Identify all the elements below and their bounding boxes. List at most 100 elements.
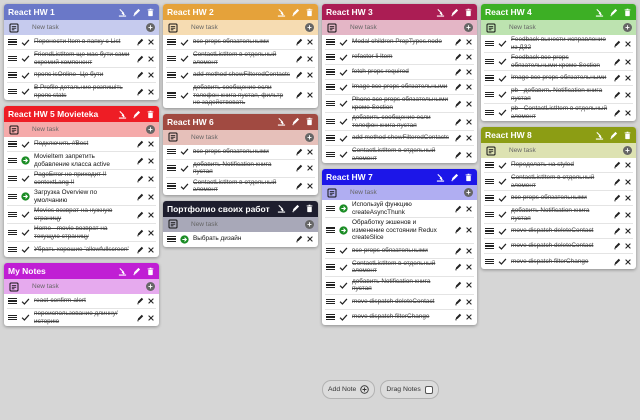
edit-task-icon[interactable]: [134, 175, 145, 183]
delete-task-icon[interactable]: [622, 227, 633, 235]
check-icon[interactable]: [19, 297, 32, 306]
delete-task-icon[interactable]: [463, 134, 474, 142]
edit-task-icon[interactable]: [134, 193, 145, 201]
check-icon[interactable]: [337, 263, 350, 272]
drag-handle-icon[interactable]: [326, 100, 335, 107]
add-task-button[interactable]: +: [146, 282, 155, 291]
drag-handle-icon[interactable]: [326, 118, 335, 125]
arrow-right-circle-icon[interactable]: [19, 192, 32, 201]
add-task-button[interactable]: +: [623, 23, 632, 32]
check-icon[interactable]: [178, 71, 191, 80]
check-icon[interactable]: [337, 281, 350, 290]
drag-handle-icon[interactable]: [8, 298, 17, 304]
drag-handle-icon[interactable]: [485, 195, 494, 201]
check-icon[interactable]: [496, 57, 509, 66]
edit-task-icon[interactable]: [452, 226, 463, 234]
delete-task-icon[interactable]: [463, 263, 474, 271]
delete-task-icon[interactable]: [463, 151, 474, 159]
arrow-right-circle-icon[interactable]: [178, 234, 191, 244]
new-task-input[interactable]: [32, 281, 146, 292]
check-icon[interactable]: [496, 177, 509, 186]
delete-task-icon[interactable]: [463, 226, 474, 234]
delete-task-icon[interactable]: [622, 211, 633, 219]
arrow-right-circle-icon[interactable]: [337, 204, 350, 213]
edit-task-icon[interactable]: [134, 71, 145, 79]
clear-completed-icon[interactable]: [434, 6, 446, 18]
check-icon[interactable]: [178, 182, 191, 191]
check-icon[interactable]: [19, 71, 32, 80]
add-task-button[interactable]: +: [464, 188, 473, 197]
edit-task-icon[interactable]: [134, 211, 145, 219]
delete-task-icon[interactable]: [622, 258, 633, 266]
edit-task-icon[interactable]: [611, 258, 622, 266]
check-icon[interactable]: [496, 242, 509, 251]
delete-task-icon[interactable]: [463, 68, 474, 76]
drag-handle-icon[interactable]: [8, 72, 17, 78]
edit-task-icon[interactable]: [134, 314, 145, 322]
check-icon[interactable]: [19, 174, 32, 183]
delete-task-icon[interactable]: [463, 83, 474, 91]
drag-handle-icon[interactable]: [167, 183, 176, 189]
check-icon[interactable]: [19, 313, 32, 322]
edit-task-icon[interactable]: [452, 118, 463, 126]
check-icon[interactable]: [178, 91, 191, 100]
check-icon[interactable]: [496, 161, 509, 170]
edit-note-icon[interactable]: [448, 6, 460, 18]
edit-note-icon[interactable]: [130, 108, 142, 120]
drag-handle-icon[interactable]: [326, 282, 335, 288]
drag-handle-icon[interactable]: [485, 178, 494, 185]
delete-task-icon[interactable]: [145, 88, 156, 96]
drag-handle-icon[interactable]: [326, 39, 335, 45]
delete-task-icon[interactable]: [145, 157, 156, 165]
check-icon[interactable]: [337, 297, 350, 306]
delete-task-icon[interactable]: [463, 298, 474, 306]
clear-completed-icon[interactable]: [275, 203, 287, 215]
delete-task-icon[interactable]: [145, 211, 156, 219]
delete-task-icon[interactable]: [304, 235, 315, 243]
delete-task-icon[interactable]: [463, 313, 474, 321]
check-icon[interactable]: [337, 150, 350, 159]
edit-task-icon[interactable]: [452, 151, 463, 159]
add-task-button[interactable]: +: [146, 23, 155, 32]
check-icon[interactable]: [337, 117, 350, 126]
new-task-input[interactable]: [509, 22, 623, 33]
edit-task-icon[interactable]: [611, 178, 622, 186]
delete-task-icon[interactable]: [145, 175, 156, 183]
delete-task-icon[interactable]: [145, 314, 156, 322]
drag-handle-icon[interactable]: [167, 165, 176, 171]
edit-task-icon[interactable]: [452, 281, 463, 289]
drag-handle-icon[interactable]: [485, 258, 494, 265]
delete-task-icon[interactable]: [622, 194, 633, 202]
check-icon[interactable]: [19, 54, 32, 63]
add-task-button[interactable]: +: [464, 23, 473, 32]
check-icon[interactable]: [178, 54, 191, 63]
edit-task-icon[interactable]: [293, 148, 304, 156]
edit-task-icon[interactable]: [452, 53, 463, 61]
drag-handle-icon[interactable]: [167, 39, 176, 45]
add-task-button[interactable]: +: [305, 23, 314, 32]
edit-task-icon[interactable]: [452, 263, 463, 271]
drag-handle-icon[interactable]: [485, 109, 494, 116]
drag-handle-icon[interactable]: [8, 246, 17, 253]
clear-completed-icon[interactable]: [593, 6, 605, 18]
edit-task-icon[interactable]: [293, 55, 304, 63]
edit-task-icon[interactable]: [134, 246, 145, 254]
new-task-input[interactable]: [191, 131, 305, 143]
edit-task-icon[interactable]: [611, 109, 622, 117]
edit-task-icon[interactable]: [293, 71, 304, 79]
add-task-button[interactable]: +: [305, 219, 314, 229]
check-icon[interactable]: [178, 164, 191, 173]
check-icon[interactable]: [19, 87, 32, 96]
drag-handle-icon[interactable]: [326, 151, 335, 158]
drag-handle-icon[interactable]: [485, 211, 494, 218]
edit-task-icon[interactable]: [134, 88, 145, 96]
drag-handle-icon[interactable]: [8, 314, 17, 321]
drag-handle-icon[interactable]: [326, 247, 335, 254]
check-icon[interactable]: [496, 39, 509, 48]
edit-task-icon[interactable]: [611, 91, 622, 99]
drag-handle-icon[interactable]: [8, 141, 17, 147]
delete-task-icon[interactable]: [304, 38, 315, 46]
delete-task-icon[interactable]: [463, 53, 474, 61]
edit-note-icon[interactable]: [448, 171, 460, 183]
delete-task-icon[interactable]: [622, 58, 633, 66]
